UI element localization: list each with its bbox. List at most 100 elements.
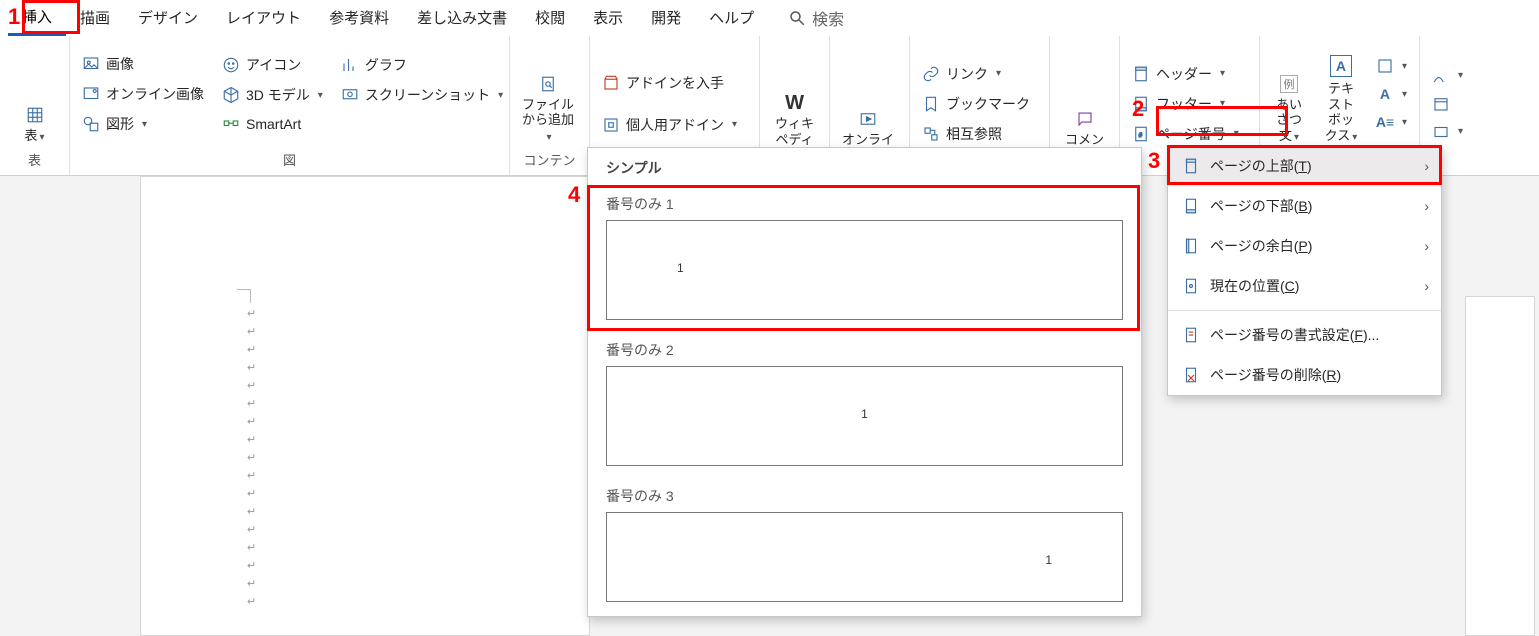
menu-separator <box>1168 310 1441 311</box>
submenu-page-margins[interactable]: ページの余白(P) › <box>1168 226 1441 266</box>
object-icon <box>1432 123 1450 141</box>
submenu-current-position[interactable]: 現在の位置(C) › <box>1168 266 1441 306</box>
parts-icon <box>1376 57 1394 75</box>
button-wordart[interactable]: A▾ <box>1372 83 1411 105</box>
comment-icon <box>1076 110 1094 128</box>
gallery-item-3[interactable]: 番号のみ 3 1 <box>588 480 1141 616</box>
wordart-icon: A <box>1376 85 1394 103</box>
chevron-right-icon: › <box>1424 238 1429 254</box>
group-label-tables: 表 <box>8 148 61 173</box>
tab-help[interactable]: ヘルプ <box>695 1 768 34</box>
tab-references[interactable]: 参考資料 <box>315 1 403 34</box>
tab-developer[interactable]: 開発 <box>637 1 695 34</box>
icons-icon <box>222 56 240 74</box>
tab-view[interactable]: 表示 <box>579 1 637 34</box>
gallery-section-header: シンプル <box>588 148 1141 188</box>
page-margin-icon <box>1182 237 1200 255</box>
tab-layout[interactable]: レイアウト <box>212 1 315 34</box>
group-illustrations: 画像 オンライン画像 図形▾ アイコン 3D モデル▾ SmartArt グラフ… <box>70 36 510 175</box>
page-number-icon: # <box>1132 125 1150 143</box>
document-page-next[interactable] <box>1465 296 1535 636</box>
dropcap-icon: A≡ <box>1376 113 1394 131</box>
submenu-label: ページの上部(T) <box>1210 156 1312 176</box>
crossref-icon <box>922 125 940 143</box>
preview-page-number: 1 <box>1045 553 1052 567</box>
tab-mailings[interactable]: 差し込み文書 <box>403 1 521 34</box>
button-page-number[interactable]: #ページ番号▾ <box>1128 122 1243 146</box>
gallery-preview: 1 <box>606 512 1123 602</box>
paragraph-marks: ↵↵↵↵↵↵↵↵↵↵↵↵↵↵↵↵↵ <box>247 305 256 611</box>
button-header[interactable]: ヘッダー▾ <box>1128 62 1243 86</box>
button-screenshot[interactable]: スクリーンショット▾ <box>337 83 507 107</box>
button-greeting[interactable]: 例 あいさつ文▾ <box>1268 40 1310 148</box>
button-footer[interactable]: フッター▾ <box>1128 92 1243 116</box>
button-quickparts[interactable]: ▾ <box>1372 55 1411 77</box>
submenu-page-bottom[interactable]: ページの下部(B) › <box>1168 186 1441 226</box>
button-dropcap[interactable]: A≡▾ <box>1372 111 1411 133</box>
smartart-icon <box>222 115 240 133</box>
page-number-gallery: シンプル 番号のみ 1 1 番号のみ 2 1 番号のみ 3 1 <box>587 147 1142 617</box>
button-datetime[interactable] <box>1428 93 1467 115</box>
button-icons[interactable]: アイコン <box>218 53 327 77</box>
search-box[interactable]: 検索 <box>778 2 854 34</box>
datetime-icon <box>1432 95 1450 113</box>
search-label: 検索 <box>812 6 844 30</box>
link-icon <box>922 65 940 83</box>
picture-icon <box>82 55 100 73</box>
button-shapes[interactable]: 図形▾ <box>78 112 208 136</box>
chart-icon <box>341 56 359 74</box>
submenu-label: ページ番号の書式設定(F)... <box>1210 325 1379 345</box>
button-object[interactable]: ▾ <box>1428 121 1467 143</box>
submenu-remove-page-number[interactable]: ページ番号の削除(R) <box>1168 355 1441 395</box>
footer-icon <box>1132 95 1150 113</box>
screenshot-icon <box>341 86 359 104</box>
tab-insert[interactable]: 挿入 <box>8 0 66 36</box>
textbox-icon: A <box>1330 55 1352 77</box>
group-content: ファイルから追加▾ コンテン <box>510 36 590 175</box>
tab-review[interactable]: 校閲 <box>521 1 579 34</box>
ribbon-tabs: 挿入 描画 デザイン レイアウト 参考資料 差し込み文書 校閲 表示 開発 ヘル… <box>0 0 1539 36</box>
gallery-item-1[interactable]: 番号のみ 1 1 <box>588 188 1141 334</box>
page-top-icon <box>1182 157 1200 175</box>
file-search-icon <box>539 75 557 93</box>
group-label-illustrations: 図 <box>78 148 501 173</box>
button-crossref[interactable]: 相互参照 <box>918 122 1034 146</box>
button-textbox[interactable]: A テキストボックス▾ <box>1320 40 1362 148</box>
preview-page-number: 1 <box>677 261 684 275</box>
document-page[interactable]: ↵↵↵↵↵↵↵↵↵↵↵↵↵↵↵↵↵ <box>140 176 590 636</box>
button-table[interactable]: 表▾ <box>8 40 61 148</box>
button-bookmark[interactable]: ブックマーク <box>918 92 1034 116</box>
page-bottom-icon <box>1182 197 1200 215</box>
svg-text:#: # <box>1139 133 1143 139</box>
button-smartart[interactable]: SmartArt <box>218 113 327 135</box>
gallery-item-title: 番号のみ 3 <box>606 486 1123 506</box>
search-icon <box>788 9 806 27</box>
wikipedia-icon: W <box>786 94 804 112</box>
page-number-submenu: ページの上部(T) › ページの下部(B) › ページの余白(P) › 現在の位… <box>1167 145 1442 396</box>
button-signature[interactable]: ▾ <box>1428 65 1467 87</box>
cube-icon <box>222 86 240 104</box>
store-icon <box>602 74 620 92</box>
margin-corner-icon <box>237 289 251 303</box>
tab-design[interactable]: デザイン <box>124 1 212 34</box>
button-my-addins[interactable]: 個人用アドイン▾ <box>598 113 741 137</box>
submenu-format-page-number[interactable]: ページ番号の書式設定(F)... <box>1168 315 1441 355</box>
submenu-page-top[interactable]: ページの上部(T) › <box>1168 146 1441 186</box>
remove-icon <box>1182 366 1200 384</box>
header-icon <box>1132 65 1150 83</box>
tab-draw[interactable]: 描画 <box>66 1 124 34</box>
button-link[interactable]: リンク▾ <box>918 62 1034 86</box>
button-file-from[interactable]: ファイルから追加▾ <box>518 40 578 148</box>
online-picture-icon <box>82 85 100 103</box>
preview-page-number: 1 <box>861 407 868 421</box>
submenu-label: 現在の位置(C) <box>1210 276 1299 296</box>
page-current-icon <box>1182 277 1200 295</box>
gallery-item-2[interactable]: 番号のみ 2 1 <box>588 334 1141 480</box>
button-online-pictures[interactable]: オンライン画像 <box>78 82 208 106</box>
button-chart[interactable]: グラフ <box>337 53 507 77</box>
button-get-addins[interactable]: アドインを入手 <box>598 71 741 95</box>
button-3d-models[interactable]: 3D モデル▾ <box>218 83 327 107</box>
button-pictures[interactable]: 画像 <box>78 52 208 76</box>
signature-icon <box>1432 67 1450 85</box>
submenu-label: ページ番号の削除(R) <box>1210 365 1341 385</box>
